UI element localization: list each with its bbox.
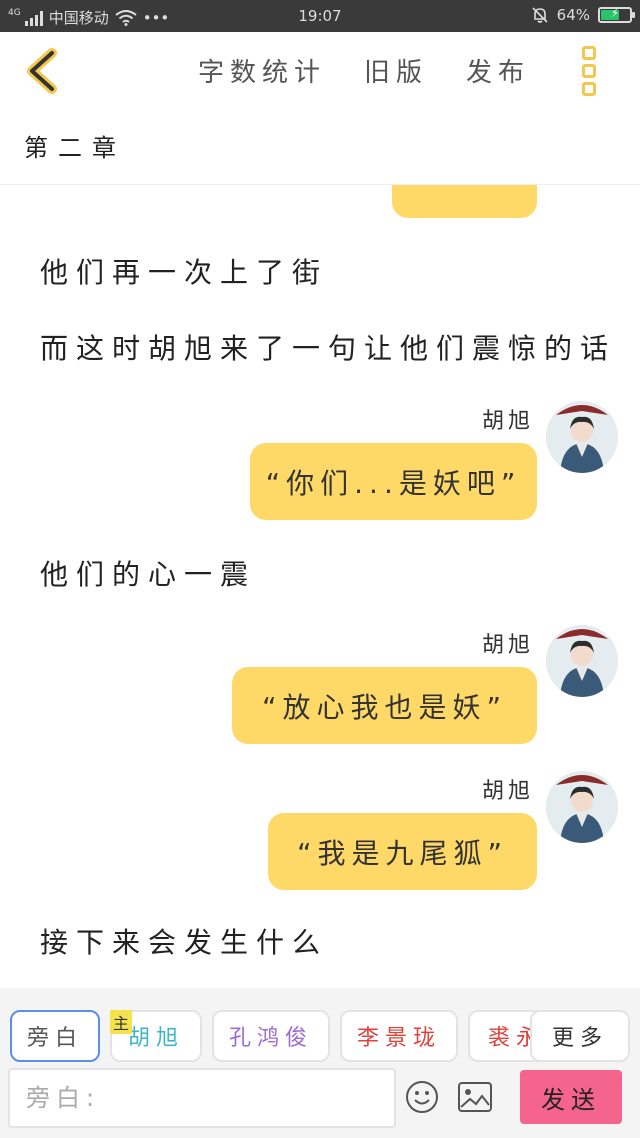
role-kong-hongjun[interactable]: 孔鸿俊 bbox=[212, 1010, 330, 1062]
battery-percent: 64% bbox=[556, 6, 590, 24]
speaker-name: 胡旭 bbox=[482, 779, 535, 804]
top-actions: 字数统计 旧版 发布 bbox=[198, 52, 530, 89]
narration-line[interactable]: 而这时胡旭来了一句让他们震惊的话 bbox=[40, 327, 616, 367]
message-bubble[interactable]: “放心我也是妖” bbox=[232, 667, 537, 744]
more-menu-icon[interactable] bbox=[582, 46, 602, 96]
role-narrator[interactable]: 旁白 bbox=[10, 1010, 100, 1062]
avatar[interactable] bbox=[546, 625, 618, 697]
mute-bell-icon bbox=[532, 7, 548, 23]
character-avatar-icon bbox=[546, 625, 618, 697]
chapter-title[interactable]: 第二章 bbox=[24, 128, 126, 163]
status-bar: 4G 中国移动 ••• 19:07 64% ⚡ bbox=[0, 0, 640, 32]
charging-bolt-icon: ⚡ bbox=[610, 6, 620, 20]
message-bubble[interactable]: “我是九尾狐” bbox=[268, 813, 537, 890]
status-right: 64% ⚡ bbox=[531, 6, 635, 24]
narration-line[interactable]: 他们再一次上了街 bbox=[40, 251, 328, 291]
more-roles-button[interactable]: 更多 bbox=[530, 1010, 630, 1062]
composer: 发送 bbox=[0, 1068, 640, 1138]
image-icon[interactable] bbox=[458, 1082, 492, 1112]
top-bar: 字数统计 旧版 发布 bbox=[0, 32, 640, 110]
more-roles-label: 更多 bbox=[551, 1026, 608, 1051]
role-selector: 旁白 主 胡旭 孔鸿俊 李景珑 裘永 更多 bbox=[0, 988, 640, 1068]
character-avatar-icon bbox=[546, 401, 618, 473]
smiley-icon[interactable] bbox=[405, 1080, 439, 1114]
role-label: 旁白 bbox=[26, 1026, 83, 1051]
avatar[interactable] bbox=[546, 401, 618, 473]
back-chevron-icon[interactable] bbox=[24, 48, 64, 94]
message-input[interactable] bbox=[8, 1068, 396, 1128]
role-hu-xu[interactable]: 主 胡旭 bbox=[110, 1010, 202, 1062]
main-role-badge: 主 bbox=[110, 1010, 133, 1034]
character-avatar-icon bbox=[546, 771, 618, 843]
role-label: 胡旭 bbox=[127, 1026, 184, 1051]
speaker-name: 胡旭 bbox=[482, 633, 535, 658]
role-label: 孔鸿俊 bbox=[228, 1026, 313, 1051]
message-bubble[interactable]: 吵... bbox=[392, 185, 537, 218]
role-li-jinglong[interactable]: 李景珑 bbox=[340, 1010, 458, 1062]
speaker-name: 胡旭 bbox=[482, 409, 535, 434]
publish-button[interactable]: 发布 bbox=[466, 52, 530, 89]
message-bubble[interactable]: “你们...是妖吧” bbox=[250, 443, 537, 520]
narration-line[interactable]: 接下来会发生什么 bbox=[40, 921, 328, 961]
battery-icon: ⚡ bbox=[598, 6, 635, 23]
send-button[interactable]: 发送 bbox=[520, 1070, 622, 1124]
chat-area[interactable]: 吵... 他们再一次上了街 而这时胡旭来了一句让他们震惊的话 胡旭 “你们...… bbox=[0, 185, 640, 988]
old-version-button[interactable]: 旧版 bbox=[364, 52, 428, 89]
narration-line[interactable]: 他们的心一震 bbox=[40, 553, 256, 593]
avatar[interactable] bbox=[546, 771, 618, 843]
role-label: 李景珑 bbox=[356, 1026, 441, 1051]
word-count-button[interactable]: 字数统计 bbox=[198, 52, 326, 89]
